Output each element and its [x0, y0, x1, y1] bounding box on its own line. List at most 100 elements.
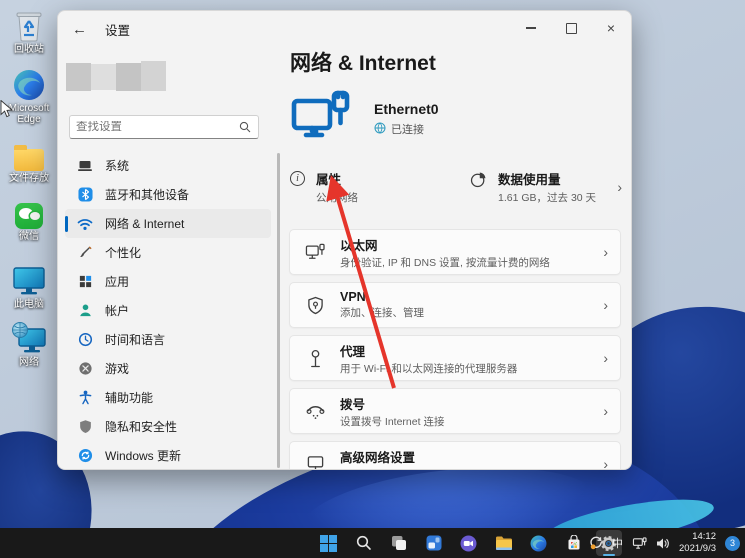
sidebar-item-label: 个性化	[105, 246, 142, 260]
ime-language-indicator[interactable]: 中	[612, 535, 623, 551]
sidebar-item-label: 辅助功能	[105, 391, 154, 405]
sidebar-item-windows-update[interactable]: Windows 更新	[65, 441, 271, 469]
chevron-right-icon[interactable]: ›	[617, 179, 622, 195]
desktop-icon-label: 文件存放	[9, 172, 49, 184]
quick-info-row: i 属性 公用网络 数据使用量 1.61 GB，过去 30 天 ›	[290, 169, 622, 205]
card-subtitle: 用于 Wi-Fi 和以太网连接的代理服务器	[340, 362, 518, 375]
sidebar-item-system[interactable]: 系统	[65, 151, 271, 180]
settings-window: ← 设置 × 系统	[57, 10, 632, 470]
widgets-icon[interactable]	[421, 530, 447, 556]
task-view-icon[interactable]	[386, 530, 412, 556]
sidebar-item-label: 蓝牙和其他设备	[105, 188, 190, 202]
start-button[interactable]	[316, 530, 342, 556]
search-input[interactable]	[70, 121, 239, 133]
advanced-network-icon	[304, 455, 326, 469]
sidebar-item-time-language[interactable]: 时间和语言	[65, 325, 271, 354]
back-button[interactable]: ←	[72, 21, 87, 38]
folder-icon	[2, 135, 56, 171]
desktop-icon-network[interactable]: 网络	[2, 319, 56, 369]
connection-status: 已连接	[391, 124, 424, 136]
ethernet-hero-icon	[290, 89, 352, 152]
desktop-icon-this-pc[interactable]: 此电脑	[2, 261, 56, 311]
card-subtitle: 身份验证, IP 和 DNS 设置, 按流量计费的网络	[340, 256, 550, 269]
windows-update-icon	[77, 448, 93, 464]
gaming-icon	[77, 361, 93, 377]
sidebar-item-personalization[interactable]: 个性化	[65, 238, 271, 267]
dialup-phone-icon	[304, 403, 326, 420]
sidebar-item-label: 帐户	[105, 304, 130, 318]
notification-badge[interactable]: 3	[725, 535, 740, 551]
sidebar-item-label: 时间和语言	[105, 333, 166, 347]
card-dialup[interactable]: 拨号 设置拨号 Internet 连接 ›	[289, 388, 621, 434]
connection-hero: Ethernet0 已连接	[290, 89, 439, 152]
chevron-right-icon: ›	[603, 297, 608, 313]
privacy-shield-icon	[77, 419, 93, 435]
clock-date: 2021/9/3	[679, 543, 716, 554]
card-advanced-network[interactable]: 高级网络设置 查看所有网络适配器，网络重置 ›	[289, 441, 621, 470]
sidebar-item-label: 应用	[105, 275, 130, 289]
sidebar-item-label: Windows 更新	[105, 449, 182, 463]
desktop-icon-wechat[interactable]: 微信	[2, 193, 56, 243]
data-usage-item[interactable]: 数据使用量 1.61 GB，过去 30 天	[470, 169, 596, 205]
accounts-icon	[77, 303, 93, 319]
edge-taskbar-icon[interactable]	[526, 530, 552, 556]
sidebar-item-accounts[interactable]: 帐户	[65, 296, 271, 325]
info-icon: i	[290, 171, 305, 186]
sidebar-item-apps[interactable]: 应用	[65, 267, 271, 296]
taskbar: 中 14:12 2021/9/3 3	[0, 528, 745, 558]
accessibility-icon	[77, 390, 93, 406]
account-name-blurred[interactable]	[66, 61, 166, 91]
recycle-bin-icon	[2, 6, 56, 42]
sidebar-item-accessibility[interactable]: 辅助功能	[65, 383, 271, 412]
desktop-icon-recycle-bin[interactable]: 回收站	[2, 6, 56, 56]
search-icon[interactable]	[351, 530, 377, 556]
tray-chevron-up-icon[interactable]	[569, 538, 580, 549]
time-language-icon	[77, 332, 93, 348]
chevron-right-icon: ›	[603, 456, 608, 470]
page-title: 网络 & Internet	[290, 52, 436, 75]
sidebar-item-label: 系统	[105, 159, 130, 173]
properties-subtitle: 公用网络	[316, 192, 358, 204]
data-usage-title: 数据使用量	[498, 173, 561, 187]
sidebar-item-label: 隐私和安全性	[105, 420, 178, 434]
desktop-icon-microsoft-edge[interactable]: Microsoft Edge	[2, 65, 56, 126]
card-title: VPN	[340, 290, 366, 304]
desktop-icon-label: 微信	[19, 231, 39, 242]
taskbar-clock[interactable]: 14:12 2021/9/3	[679, 531, 716, 555]
sidebar-item-label: 网络 & Internet	[105, 217, 185, 231]
desktop-icon-label: Microsoft Edge	[8, 102, 50, 126]
card-ethernet[interactable]: 以太网 身份验证, IP 和 DNS 设置, 按流量计费的网络 ›	[289, 229, 621, 275]
search-icon	[239, 121, 251, 133]
card-title: 高级网络设置	[340, 450, 416, 465]
network-icon	[2, 319, 56, 355]
card-subtitle: 添加、连接、管理	[340, 307, 424, 319]
sidebar-item-network-internet[interactable]: 网络 & Internet	[65, 209, 271, 238]
chevron-right-icon: ›	[603, 403, 608, 419]
card-proxy[interactable]: 代理 用于 Wi-Fi 和以太网连接的代理服务器 ›	[289, 335, 621, 381]
pie-chart-icon	[470, 171, 487, 193]
card-subtitle: 查看所有网络适配器，网络重置	[340, 467, 487, 470]
this-pc-icon	[2, 261, 56, 297]
settings-nav: 系统 蓝牙和其他设备 网络 & Internet 个性化 应用 帐户 时间和语言…	[65, 151, 271, 469]
sidebar-item-gaming[interactable]: 游戏	[65, 354, 271, 383]
tray-ethernet-icon[interactable]	[632, 536, 647, 550]
data-usage-subtitle: 1.61 GB，过去 30 天	[498, 192, 597, 204]
sidebar-scrollbar[interactable]	[277, 153, 280, 468]
properties-item[interactable]: i 属性 公用网络	[290, 169, 470, 205]
card-vpn[interactable]: VPN 添加、连接、管理 ›	[289, 282, 621, 328]
file-explorer-icon[interactable]	[491, 530, 517, 556]
tray-volume-icon[interactable]	[656, 537, 670, 550]
card-title: 代理	[340, 344, 366, 359]
desktop-icon-label: 网络	[19, 357, 39, 368]
chat-icon[interactable]	[456, 530, 482, 556]
system-icon	[77, 158, 93, 174]
settings-card-list: 以太网 身份验证, IP 和 DNS 设置, 按流量计费的网络 › VPN 添加…	[289, 229, 621, 470]
edge-icon	[2, 65, 56, 101]
globe-status-icon	[374, 122, 386, 137]
sidebar-item-bluetooth[interactable]: 蓝牙和其他设备	[65, 180, 271, 209]
vpn-shield-icon	[304, 296, 326, 315]
sidebar-item-privacy-security[interactable]: 隐私和安全性	[65, 412, 271, 441]
desktop-icon-file-folder[interactable]: 文件存放	[2, 135, 56, 185]
ethernet-icon	[304, 243, 326, 261]
tray-sync-update-icon[interactable]	[589, 536, 603, 550]
